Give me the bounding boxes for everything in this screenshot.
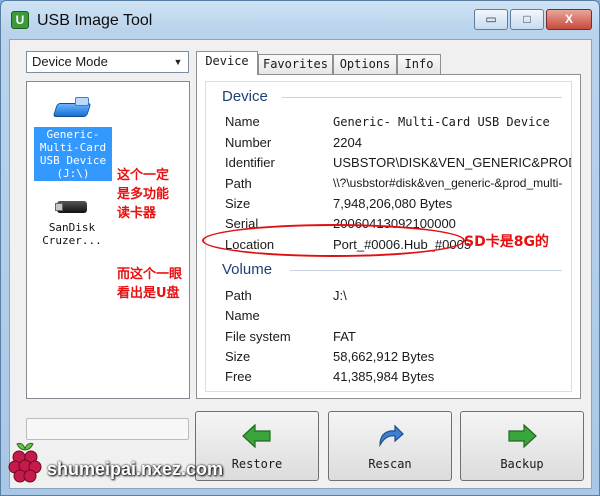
device-mode-value: Device Mode bbox=[32, 54, 108, 69]
section-title-volume: Volume bbox=[222, 261, 273, 278]
label-identifier: Identifier bbox=[225, 155, 275, 170]
close-button[interactable]: X bbox=[546, 9, 592, 30]
tab-favorites[interactable]: Favorites bbox=[258, 54, 333, 75]
app-icon: U bbox=[11, 11, 29, 29]
value-volume-size: 58,662,912 Bytes bbox=[333, 349, 435, 364]
label-volume-size: Size bbox=[225, 349, 251, 364]
minimize-button[interactable]: ▭ bbox=[474, 9, 508, 30]
device-item-sandisk[interactable]: SanDisk Cruzer... bbox=[33, 196, 111, 247]
title-bar[interactable]: U USB Image Tool ▭ □ X bbox=[1, 1, 599, 41]
divider bbox=[282, 97, 562, 98]
value-file-system: FAT bbox=[333, 329, 356, 344]
backup-label: Backup bbox=[500, 457, 544, 471]
backup-button[interactable]: Backup bbox=[460, 411, 584, 481]
raspberry-logo-icon bbox=[8, 442, 42, 483]
chevron-down-icon: ▼ bbox=[173, 57, 183, 67]
device-mode-select[interactable]: Device Mode ▼ bbox=[26, 51, 189, 73]
value-volume-path: J:\ bbox=[333, 288, 347, 303]
annotation-usb-disk: 而这个一眼 看出是U盘 bbox=[117, 267, 183, 301]
tab-info[interactable]: Info bbox=[397, 54, 441, 75]
window-title: USB Image Tool bbox=[37, 12, 153, 29]
section-title-device: Device bbox=[222, 88, 268, 105]
tab-options[interactable]: Options bbox=[333, 54, 397, 75]
device-label: Generic- Multi-Card USB Device (J:\) bbox=[34, 127, 112, 181]
value-identifier: USBSTOR\DISK&VEN_GENERIC&PROD bbox=[333, 155, 572, 170]
maximize-button[interactable]: □ bbox=[510, 9, 544, 30]
tab-device[interactable]: Device bbox=[196, 51, 258, 75]
usb-stick-icon bbox=[55, 196, 89, 218]
annotation-sd-size: SD卡是8G的 bbox=[464, 234, 549, 250]
label-free: Free bbox=[225, 369, 252, 384]
label-file-system: File system bbox=[225, 329, 291, 344]
rescan-label: Rescan bbox=[368, 457, 412, 471]
device-tab-panel: Device Name Generic- Multi-Card USB Devi… bbox=[196, 74, 581, 399]
rescan-button[interactable]: Rescan bbox=[328, 411, 452, 481]
client-area: Device Mode ▼ Generic- Multi-Card USB De… bbox=[9, 39, 592, 489]
value-path: \\?\usbstor#disk&ven_generic-&prod_multi… bbox=[333, 176, 563, 190]
watermark-brand: shumeipai.nxez.com bbox=[47, 459, 224, 479]
device-item-generic-card-reader[interactable]: Generic- Multi-Card USB Device (J:\) bbox=[34, 97, 112, 181]
device-list[interactable]: Generic- Multi-Card USB Device (J:\) San… bbox=[26, 81, 190, 399]
label-volume-path: Path bbox=[225, 288, 252, 303]
divider bbox=[290, 270, 562, 271]
label-name: Name bbox=[225, 114, 260, 129]
progress-bar bbox=[26, 418, 189, 440]
app-window: U USB Image Tool ▭ □ X Device Mode ▼ Gen… bbox=[0, 0, 600, 496]
value-name: Generic- Multi-Card USB Device bbox=[333, 115, 550, 129]
value-size: 7,948,206,080 Bytes bbox=[333, 196, 453, 211]
annotation-card-reader: 这个一定 是多功能 读卡器 bbox=[117, 168, 170, 221]
arrow-left-icon bbox=[242, 424, 271, 448]
size-highlight-ellipse bbox=[202, 224, 465, 257]
arrow-right-icon bbox=[508, 424, 537, 448]
label-number: Number bbox=[225, 135, 272, 150]
usb-drive-icon bbox=[52, 97, 92, 119]
label-volume-name: Name bbox=[225, 308, 260, 323]
value-number: 2204 bbox=[333, 135, 362, 150]
label-size: Size bbox=[225, 196, 251, 211]
device-label: SanDisk Cruzer... bbox=[42, 221, 102, 247]
value-free: 41,385,984 Bytes bbox=[333, 369, 435, 384]
label-path: Path bbox=[225, 176, 252, 191]
rescan-arrow-icon bbox=[379, 424, 404, 448]
